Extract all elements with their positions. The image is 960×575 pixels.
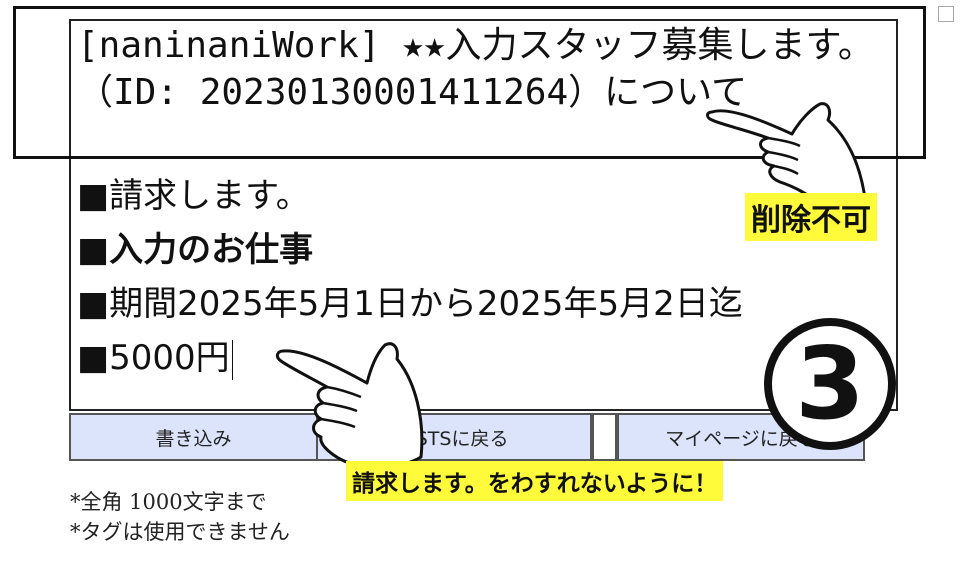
note-char-limit: *全角 1000文字まで — [70, 490, 267, 514]
text-caret — [231, 339, 233, 380]
remind-request-label: 請求します。をわすれないように！ — [346, 461, 724, 501]
svg-text:3: 3 — [795, 325, 865, 442]
corner-box — [938, 6, 954, 22]
button-spacer — [592, 413, 617, 461]
pointing-hand-icon — [706, 102, 868, 208]
body-line-amount: ■5000円 — [77, 338, 230, 378]
body-line-period: ■期間2025年5月1日から2025年5月2日迄 — [77, 284, 743, 324]
step-number-icon: 3 — [764, 318, 896, 450]
body-line-amount-row: ■5000円 — [77, 331, 877, 385]
pointing-hand-icon — [275, 342, 424, 469]
note-no-tags: *タグは使用できません — [70, 520, 290, 544]
cannot-delete-label: 削除不可 — [745, 193, 877, 241]
input-notes: *全角 1000文字まで *タグは使用できません — [70, 487, 290, 547]
